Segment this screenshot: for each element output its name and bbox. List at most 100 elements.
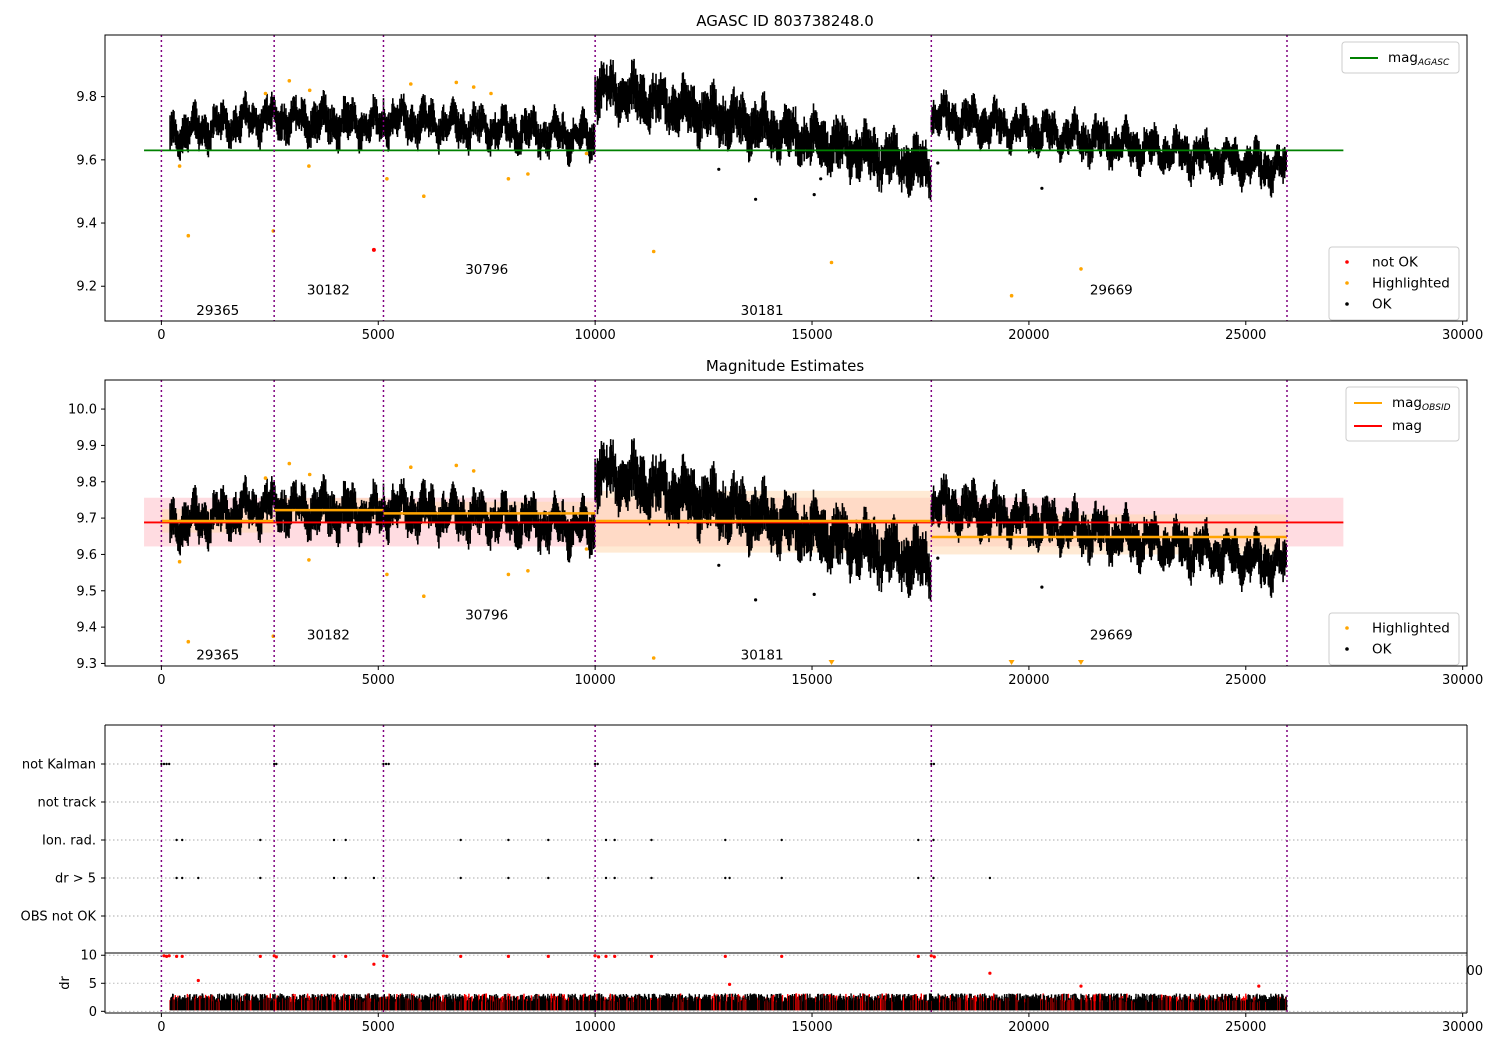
estimates-highlighted-point — [307, 558, 311, 562]
estimates-highlighted-point — [385, 572, 389, 577]
estimates-highlighted-point — [471, 469, 476, 473]
agasc-panel-data-points — [169, 58, 1287, 298]
estimates-highlighted-point — [409, 465, 413, 470]
agasc-highlighted-point — [526, 172, 530, 176]
flags-point — [507, 838, 510, 842]
estimates-x-tick-label: 10000 — [574, 673, 615, 688]
estimates-highlighted-point — [177, 559, 182, 564]
flags-category-label: not track — [37, 796, 96, 811]
flags-panel-points — [160, 762, 992, 880]
flags-point — [165, 762, 168, 766]
estimates-ok-point — [754, 598, 758, 602]
agasc-bottom-legend-label: OK — [1372, 297, 1393, 313]
agasc-ok-point — [819, 177, 823, 181]
estimates-highlighted-point — [454, 463, 459, 468]
agasc-x-tick-label: 20000 — [1008, 328, 1049, 343]
agasc-highlighted-point — [584, 151, 589, 156]
estimates-highlighted-point — [584, 547, 589, 551]
agasc-highlighted-point — [263, 91, 268, 96]
flags-point — [175, 876, 178, 880]
flags-point — [259, 838, 262, 842]
flags-category-label: OBS not OK — [21, 910, 97, 925]
estimates-x-tick-label: 30000 — [1442, 673, 1483, 688]
dr-panel-points — [162, 954, 1288, 1011]
estimates-obsid-label: 30796 — [465, 607, 508, 623]
agasc-x-tick-label: 5000 — [362, 328, 395, 343]
agasc-panel-legend-bottom: not OK Highlighted OK — [1328, 246, 1460, 321]
estimates-x-tick-label: 5000 — [362, 673, 395, 688]
agasc-panel-obsid-labels: 29365 30182 30796 30181 29669 — [196, 262, 1132, 319]
flags-point — [332, 838, 336, 842]
flags-point — [917, 876, 920, 880]
estimates-ok-point — [812, 592, 816, 597]
flags-category-label: dr > 5 — [55, 872, 96, 887]
flags-point — [384, 762, 388, 766]
agasc-y-tick-label: 9.4 — [76, 217, 97, 232]
flags-point — [160, 762, 163, 766]
offscale-highlighted-marker — [1077, 660, 1084, 665]
agasc-highlighted-point — [409, 82, 413, 86]
estimates-highlighted-point — [186, 639, 191, 644]
estimates-highlighted-point — [651, 656, 656, 660]
estimates-panel-overlay — [144, 380, 1344, 666]
estimates-bottom-legend-marker — [1345, 626, 1349, 630]
agasc-highlighted-point — [307, 164, 311, 168]
estimates-ok-point — [936, 556, 940, 560]
estimates-panel-title: Magnitude Estimates — [706, 357, 864, 375]
estimates-panel-legend-bottom: Highlighted OK — [1328, 612, 1460, 666]
estimates-panel-obsid-labels: 29365 30182 30796 30181 29669 — [196, 607, 1132, 663]
estimates-y-tick-label: 9.7 — [76, 512, 97, 527]
estimates-highlighted-point — [526, 569, 530, 573]
estimates-x-tick-label: 20000 — [1008, 673, 1049, 688]
flags-point — [181, 876, 184, 880]
dr-panel: 0 5000 10000 15000 20000 25000 300000510 dr — [58, 949, 1483, 1035]
chart-canvas: AGASC ID 803738248.0 29365 30182 30796 3018… — [21, 12, 1484, 1035]
flags-point — [932, 838, 935, 842]
estimates-obsid-label: 29365 — [196, 647, 239, 663]
flags-panel-gridlines — [105, 725, 1467, 1013]
flags-point — [275, 762, 278, 766]
estimates-highlighted-point — [263, 476, 268, 480]
flags-panel: not Kalman not track Ion. rad. dr > 5 OBS no… — [21, 724, 1483, 1013]
estimates-highlighted-point — [287, 461, 292, 466]
agasc-y-tick-label: 9.6 — [76, 153, 97, 168]
agasc-panel-overlay — [144, 35, 1344, 321]
flags-point — [332, 876, 336, 880]
flags-point — [932, 762, 936, 766]
estimates-x-tick-label: 0 — [157, 673, 165, 688]
estimates-x-tick-label: 25000 — [1225, 673, 1266, 688]
flags-point — [387, 762, 390, 766]
flags-point — [650, 838, 653, 842]
agasc-ok-point — [936, 161, 940, 165]
agasc-highlighted-point — [1009, 293, 1014, 298]
flags-point — [596, 762, 599, 766]
agasc-highlighted-point — [471, 85, 476, 89]
agasc-highlighted-point — [287, 79, 292, 83]
flags-category-label: Ion. rad. — [42, 834, 96, 849]
agasc-highlighted-point — [454, 80, 459, 85]
flags-category-label: not Kalman — [22, 758, 96, 773]
agasc-panel-legend-top: magAGASC — [1341, 41, 1460, 74]
estimates-obsid-label: 29669 — [1090, 627, 1133, 643]
agasc-ok-point — [812, 193, 816, 197]
estimates-obsid-label: 30182 — [307, 627, 350, 643]
estimates-y-tick-label: 9.6 — [76, 548, 97, 563]
agasc-x-tick-label: 25000 — [1225, 328, 1266, 343]
agasc-x-tick-label: 10000 — [574, 328, 615, 343]
flags-point — [650, 876, 653, 880]
flags-point — [344, 838, 347, 842]
estimates-highlighted-point — [506, 572, 511, 577]
agasc-highlighted-point — [651, 249, 656, 254]
flags-point — [459, 876, 462, 880]
estimates-y-tick-label: 10.0 — [68, 403, 97, 418]
estimates-y-tick-label: 9.5 — [76, 584, 97, 599]
estimates-bottom-legend-label: Highlighted — [1372, 621, 1450, 637]
agasc-highlighted-point — [1079, 267, 1083, 271]
agasc-ok-point — [717, 167, 721, 171]
agasc-obsid-label: 29669 — [1090, 282, 1133, 298]
agasc-y-tick-label: 9.8 — [76, 90, 97, 105]
flags-point — [197, 876, 200, 880]
flags-point — [372, 876, 376, 880]
flags-point — [728, 876, 731, 880]
flags-point — [780, 876, 783, 880]
